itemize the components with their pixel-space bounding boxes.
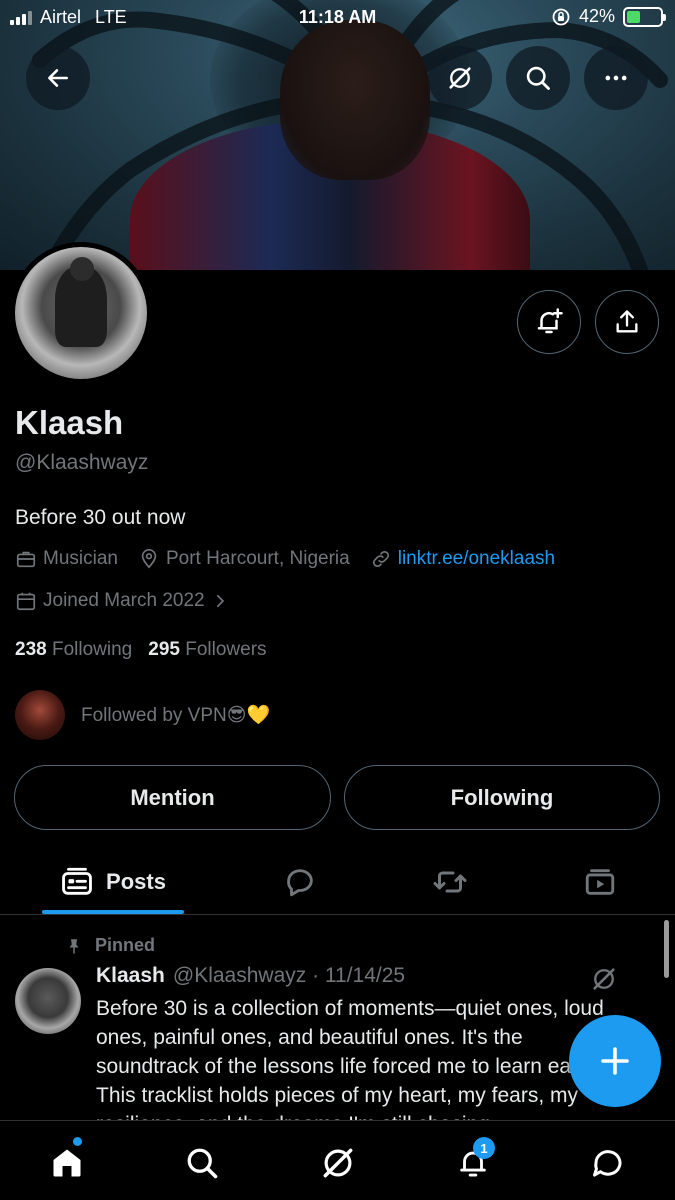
- profile-joined[interactable]: Joined March 2022: [15, 590, 229, 612]
- profile-name: Klaash: [15, 404, 124, 441]
- profile-avatar[interactable]: [10, 242, 152, 384]
- grok-button[interactable]: [428, 46, 492, 110]
- more-icon: [605, 75, 627, 81]
- battery-icon: [623, 6, 666, 27]
- orientation-lock-icon: [552, 8, 570, 25]
- status-bar: Airtel LTE 11:18 AM 42%: [0, 0, 675, 36]
- tab-reposts[interactable]: [420, 848, 480, 915]
- plus-icon: [601, 1047, 629, 1075]
- more-button[interactable]: [584, 46, 648, 110]
- profile-handle: @Klaashwayz: [15, 451, 149, 474]
- video-icon: [585, 868, 615, 895]
- following-button[interactable]: Following: [344, 765, 660, 830]
- avatar: [15, 247, 147, 379]
- search-button[interactable]: [506, 46, 570, 110]
- profile-category: Musician: [15, 548, 118, 570]
- post-avatar[interactable]: [15, 968, 81, 1034]
- home-unread-dot: [73, 1137, 82, 1146]
- profile-bio: Before 30 out now: [15, 506, 186, 529]
- bottom-nav: 1: [0, 1120, 675, 1200]
- following-count-link[interactable]: 238 Following: [15, 639, 132, 661]
- profile-meta: Musician Port Harcourt, Nigeria linktr.e…: [15, 548, 575, 570]
- active-tab-indicator: [42, 910, 184, 914]
- tab-replies[interactable]: [270, 848, 330, 915]
- post-text[interactable]: Before 30 is a collection of moments—qui…: [96, 994, 616, 1122]
- follow-counts: 238 Following 295 Followers: [15, 639, 267, 661]
- back-button[interactable]: [26, 46, 90, 110]
- grok-icon: [323, 1148, 353, 1178]
- profile-link[interactable]: linktr.ee/oneklaash: [370, 548, 555, 570]
- mention-button[interactable]: Mention: [14, 765, 331, 830]
- notification-badge: 1: [473, 1137, 495, 1159]
- nav-grok[interactable]: [308, 1133, 368, 1193]
- follower-avatar: [15, 690, 65, 740]
- scrollbar[interactable]: [664, 920, 669, 978]
- share-icon: [616, 310, 638, 333]
- search-icon: [526, 66, 550, 90]
- posts-icon: [62, 867, 92, 895]
- search-icon: [187, 1148, 218, 1179]
- nav-messages[interactable]: [578, 1133, 638, 1193]
- post-grok-icon[interactable]: [590, 965, 618, 993]
- message-bubble-icon: [593, 1150, 622, 1177]
- home-icon: [53, 1149, 81, 1177]
- location-pin-icon: [141, 549, 157, 569]
- share-button[interactable]: [595, 290, 659, 354]
- nav-notifications[interactable]: 1: [443, 1133, 503, 1193]
- briefcase-icon: [16, 551, 36, 568]
- post-handle-date: @Klaashwayz · 11/14/25: [172, 964, 406, 987]
- grok-icon: [449, 67, 471, 89]
- arrow-left-icon: [48, 69, 68, 87]
- tab-posts[interactable]: Posts: [42, 848, 184, 915]
- compose-button[interactable]: [569, 1015, 661, 1107]
- repost-icon: [433, 871, 467, 892]
- nav-home[interactable]: [37, 1133, 97, 1193]
- pin-icon: [69, 938, 79, 953]
- reply-bubble-icon: [287, 868, 313, 896]
- pinned-label: Pinned: [65, 935, 155, 956]
- link-icon: [372, 550, 389, 568]
- calendar-icon: [16, 592, 36, 611]
- post-header: Klaash @Klaashwayz · 11/14/25: [96, 964, 405, 988]
- profile-banner[interactable]: [0, 0, 675, 270]
- battery-percent: 42%: [578, 6, 615, 26]
- post-author[interactable]: Klaash: [96, 964, 165, 988]
- profile-tabs: Posts: [0, 848, 675, 915]
- nav-search[interactable]: [172, 1133, 232, 1193]
- followers-count-link[interactable]: 295 Followers: [148, 639, 266, 661]
- chevron-right-icon: [216, 594, 224, 608]
- bell-plus-icon: [537, 308, 563, 334]
- followed-by[interactable]: Followed by VPN😎💛: [15, 690, 270, 740]
- profile-location: Port Harcourt, Nigeria: [138, 548, 350, 570]
- notify-button[interactable]: [517, 290, 581, 354]
- tab-media[interactable]: [570, 848, 630, 915]
